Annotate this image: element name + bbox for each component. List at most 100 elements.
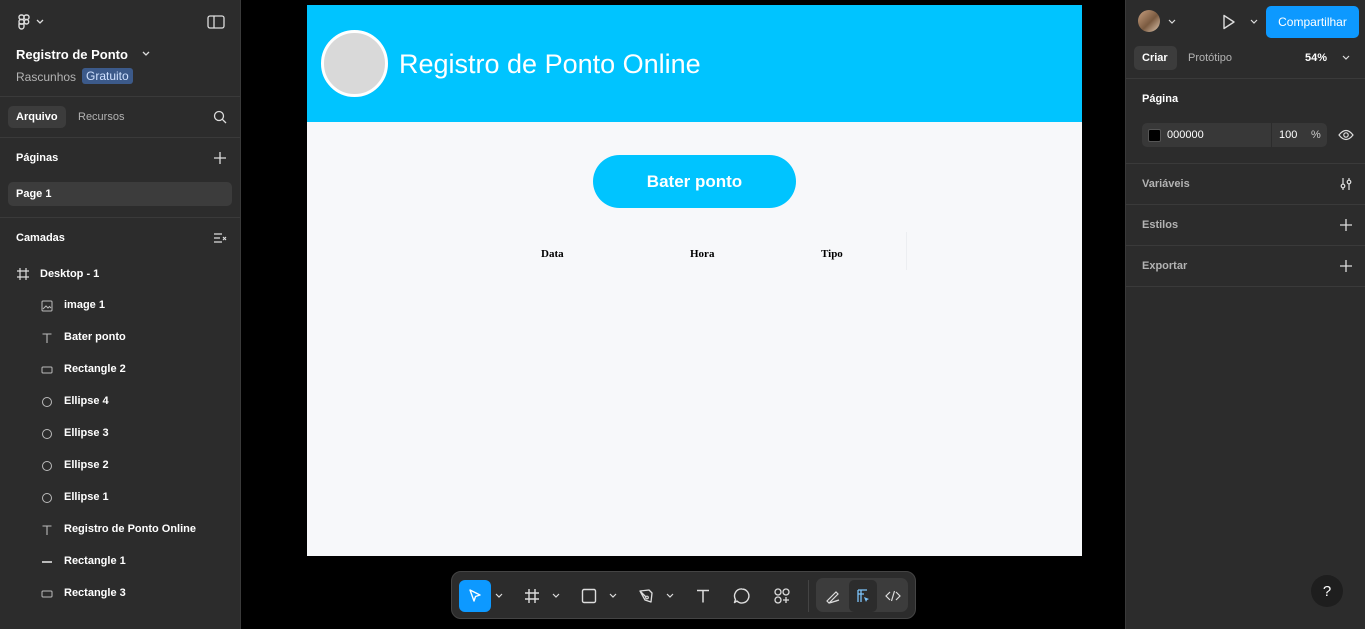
share-button[interactable]: Compartilhar <box>1266 6 1359 38</box>
chevron-down-icon[interactable] <box>140 48 152 60</box>
page-opacity-value[interactable]: 100 <box>1279 129 1297 141</box>
layer-item-label: Registro de Ponto Online <box>64 523 197 535</box>
pages-heading: Páginas <box>16 152 59 164</box>
image-icon <box>41 300 53 312</box>
layer-item[interactable]: Ellipse 4 <box>0 386 240 418</box>
frame-tool-button[interactable] <box>516 580 548 612</box>
divider <box>0 96 240 97</box>
rectangle-icon <box>41 364 53 376</box>
layer-item-label: Ellipse 1 <box>64 491 109 503</box>
chevron-down-icon[interactable] <box>607 580 619 612</box>
chevron-down-icon[interactable] <box>550 580 562 612</box>
page-color-value: 000000 <box>1167 129 1204 141</box>
draw-mode-button[interactable] <box>819 580 847 612</box>
comment-icon <box>733 588 750 604</box>
ellipse-icon <box>41 460 53 472</box>
canvas[interactable]: Registro de Ponto Online Bater ponto Dat… <box>241 0 1125 629</box>
tab-file-label: Arquivo <box>16 111 58 123</box>
move-tool-button[interactable] <box>459 580 491 612</box>
variables-heading[interactable]: Variáveis <box>1142 178 1190 190</box>
frame-icon <box>16 267 30 281</box>
components-icon <box>774 588 790 604</box>
color-swatch[interactable] <box>1148 129 1161 142</box>
bottom-toolbar <box>451 571 916 619</box>
chevron-down-icon[interactable] <box>1340 52 1352 64</box>
frame-title: Registro de Ponto Online <box>399 49 701 79</box>
design-mode-button[interactable] <box>849 580 877 612</box>
chevron-down-icon[interactable] <box>493 580 505 612</box>
layer-item[interactable]: Rectangle 1 <box>0 546 240 578</box>
avatar-ellipse <box>321 30 388 97</box>
dev-mode-button[interactable] <box>879 580 907 612</box>
export-heading[interactable]: Exportar <box>1142 260 1187 272</box>
pen-tool-button[interactable] <box>630 580 662 612</box>
column-data: Data <box>541 248 564 260</box>
chevron-down-icon[interactable] <box>1166 16 1178 28</box>
bater-ponto-button[interactable]: Bater ponto <box>593 155 796 208</box>
layer-item-label: Rectangle 1 <box>64 555 126 567</box>
chevron-down-icon[interactable] <box>1248 16 1260 28</box>
right-sidebar: Compartilhar Criar Protótipo 54% Página … <box>1125 0 1365 629</box>
layer-item[interactable]: Ellipse 3 <box>0 418 240 450</box>
file-name[interactable]: Registro de Ponto <box>16 47 128 62</box>
frame-icon <box>525 589 539 603</box>
file-location[interactable]: Rascunhos <box>16 70 76 84</box>
avatar[interactable] <box>1138 10 1160 32</box>
layer-item[interactable]: image 1 <box>0 290 240 322</box>
text-icon <box>41 524 53 536</box>
divider <box>1126 163 1365 164</box>
plan-badge: Gratuito <box>82 68 133 84</box>
actions-tool-button[interactable] <box>766 580 798 612</box>
layer-item[interactable]: Rectangle 2 <box>0 354 240 386</box>
add-style-icon[interactable] <box>1338 217 1354 233</box>
help-button[interactable]: ? <box>1311 575 1343 607</box>
rectangle-icon <box>41 588 53 600</box>
layer-item[interactable]: Registro de Ponto Online <box>0 514 240 546</box>
add-page-icon[interactable] <box>212 150 228 166</box>
eye-icon[interactable] <box>1337 127 1355 143</box>
layers-heading: Camadas <box>16 232 65 244</box>
ellipse-icon <box>41 492 53 504</box>
desktop-frame[interactable]: Registro de Ponto Online Bater ponto Dat… <box>307 5 1082 556</box>
header-bar: Registro de Ponto Online <box>307 5 1082 122</box>
search-icon[interactable] <box>212 109 228 125</box>
share-label: Compartilhar <box>1278 15 1347 29</box>
line-rectangle-icon <box>41 556 53 568</box>
layer-item[interactable]: Ellipse 1 <box>0 482 240 514</box>
text-tool-button[interactable] <box>687 580 719 612</box>
divider <box>1126 286 1365 287</box>
column-tipo: Tipo <box>821 248 843 260</box>
layer-item-label: Ellipse 3 <box>64 427 109 439</box>
design-mode-icon <box>857 589 869 602</box>
shape-tool-button[interactable] <box>573 580 605 612</box>
page-item-label: Page 1 <box>16 188 52 200</box>
frame-layer-label[interactable]: Desktop - 1 <box>40 268 99 280</box>
layer-item[interactable]: Rectangle 3 <box>0 578 240 610</box>
pen-icon <box>639 589 653 603</box>
variables-icon[interactable] <box>1338 176 1354 192</box>
table-divider <box>906 232 907 270</box>
layer-item-label: Bater ponto <box>64 331 126 343</box>
ellipse-icon <box>41 396 53 408</box>
divider <box>808 580 809 612</box>
layer-item-label: Ellipse 4 <box>64 395 109 407</box>
styles-heading[interactable]: Estilos <box>1142 219 1178 231</box>
tab-prototype[interactable]: Protótipo <box>1188 52 1232 64</box>
tab-assets[interactable]: Recursos <box>78 111 124 123</box>
text-icon <box>697 589 709 603</box>
add-export-icon[interactable] <box>1338 258 1354 274</box>
layer-item[interactable]: Ellipse 2 <box>0 450 240 482</box>
layer-item[interactable]: Bater ponto <box>0 322 240 354</box>
chevron-down-icon[interactable] <box>664 580 676 612</box>
collapse-layers-icon[interactable] <box>212 230 228 246</box>
layer-item-label: image 1 <box>64 299 105 311</box>
zoom-level[interactable]: 54% <box>1305 52 1327 64</box>
sidebar-toggle-icon[interactable] <box>206 13 226 31</box>
draw-icon <box>826 591 840 604</box>
comment-tool-button[interactable] <box>726 580 758 612</box>
ellipse-icon <box>41 428 53 440</box>
figma-menu-icon[interactable] <box>16 12 46 32</box>
play-icon[interactable] <box>1220 13 1238 31</box>
divider <box>0 217 240 218</box>
tab-design-label: Criar <box>1142 52 1168 64</box>
